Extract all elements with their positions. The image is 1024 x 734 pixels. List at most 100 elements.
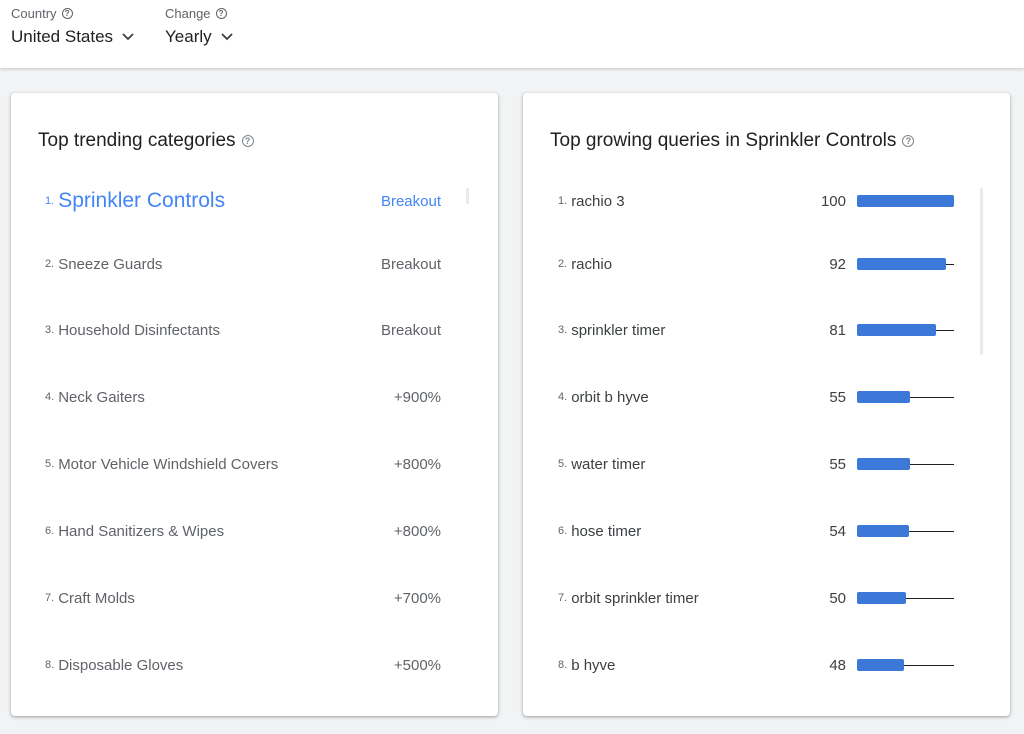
category-name: Sprinkler Controls [58, 189, 226, 212]
help-circle-icon[interactable]: ? [215, 8, 227, 19]
rank-number: 5. [45, 458, 55, 470]
change-label-row: Change ? [165, 6, 234, 21]
rank-number: 3. [558, 324, 568, 336]
value-bar [857, 592, 954, 604]
country-value: United States [11, 27, 114, 46]
query-row[interactable]: 4. orbit b hyve 55 [523, 382, 1010, 412]
category-change-value: +700% [393, 589, 441, 607]
category-row[interactable]: 7. Craft Molds +700% [11, 583, 498, 613]
card-title: Top trending categories [38, 130, 236, 151]
value-bar [857, 324, 954, 336]
category-change-value: +900% [393, 388, 441, 406]
value-bar [857, 258, 954, 270]
country-filter[interactable]: Country ? United States [11, 6, 135, 47]
rank-number: 6. [558, 525, 568, 537]
rank-number: 2. [558, 258, 568, 270]
country-label-row: Country ? [11, 6, 135, 21]
rank-number: 4. [45, 391, 55, 403]
query-row[interactable]: 3. sprinkler timer 81 [523, 315, 1010, 345]
query-text: rachio [571, 255, 613, 273]
rank-number: 8. [45, 659, 55, 671]
value-bar [857, 525, 954, 537]
card-title: Top growing queries in Sprinkler Control… [550, 130, 897, 151]
bar-fill [857, 195, 954, 207]
chevron-down-icon [221, 33, 233, 41]
query-row[interactable]: 2. rachio 92 [523, 249, 1010, 279]
category-row[interactable]: 6. Hand Sanitizers & Wipes +800% [11, 516, 498, 546]
category-change-value: Breakout [380, 321, 441, 339]
query-value: 81 [829, 321, 846, 339]
category-row[interactable]: 8. Disposable Gloves +500% [11, 650, 498, 680]
rank-number: 1. [558, 195, 568, 207]
query-value: 55 [829, 388, 846, 406]
category-name: Household Disinfectants [58, 321, 220, 339]
query-text: b hyve [571, 656, 616, 674]
query-value: 92 [829, 255, 846, 273]
help-circle-icon[interactable]: ? [61, 8, 73, 19]
query-text: water timer [571, 455, 646, 473]
rank-number: 4. [558, 391, 568, 403]
category-name: Disposable Gloves [58, 656, 184, 674]
help-circle-icon[interactable]: ? [902, 135, 915, 147]
query-row[interactable]: 5. water timer 55 [523, 449, 1010, 479]
value-bar [857, 659, 954, 671]
query-text: hose timer [571, 522, 642, 540]
category-row[interactable]: 2. Sneeze Guards Breakout [11, 249, 498, 279]
value-bar [857, 195, 954, 207]
category-name: Craft Molds [58, 589, 135, 607]
top-trending-categories-card: Top trending categories ? 1. Sprinkler Co… [11, 93, 498, 716]
chevron-down-icon [122, 33, 134, 41]
category-row[interactable]: 1. Sprinkler Controls Breakout [11, 186, 498, 216]
category-name: Sneeze Guards [58, 255, 163, 273]
change-value: Yearly [165, 27, 212, 46]
bar-fill [857, 324, 936, 336]
rank-number: 3. [45, 324, 55, 336]
change-label: Change [165, 6, 211, 21]
category-change-value: +800% [393, 455, 441, 473]
change-filter[interactable]: Change ? Yearly [165, 6, 234, 47]
change-select[interactable]: Yearly [165, 27, 234, 47]
query-value: 100 [820, 192, 846, 210]
category-change-value: Breakout [380, 255, 441, 273]
rank-number: 6. [45, 525, 55, 537]
category-change-value: +800% [393, 522, 441, 540]
query-value: 54 [829, 522, 846, 540]
query-text: rachio 3 [571, 192, 625, 210]
query-value: 48 [829, 656, 846, 674]
bar-fill [857, 525, 910, 537]
rank-number: 2. [45, 258, 55, 270]
category-row[interactable]: 5. Motor Vehicle Windshield Covers +800% [11, 449, 498, 479]
query-text: orbit b hyve [571, 388, 649, 406]
category-change-value: +500% [393, 656, 441, 674]
bar-fill [857, 391, 911, 403]
country-label: Country [11, 6, 57, 21]
rank-number: 7. [45, 592, 55, 604]
query-text: sprinkler timer [571, 321, 666, 339]
query-row[interactable]: 8. b hyve 48 [523, 650, 1010, 680]
bar-fill [857, 258, 947, 270]
rank-number: 7. [558, 592, 568, 604]
category-row[interactable]: 4. Neck Gaiters +900% [11, 382, 498, 412]
category-name: Motor Vehicle Windshield Covers [58, 455, 279, 473]
value-bar [857, 458, 954, 470]
category-change-value: Breakout [380, 192, 441, 210]
query-row[interactable]: 6. hose timer 54 [523, 516, 1010, 546]
query-text: orbit sprinkler timer [571, 589, 699, 607]
category-name: Hand Sanitizers & Wipes [58, 522, 225, 540]
rank-number: 5. [558, 458, 568, 470]
card-title-row: Top trending categories ? [38, 130, 254, 152]
value-bar [857, 391, 954, 403]
card-title-row: Top growing queries in Sprinkler Control… [550, 130, 915, 152]
bar-fill [857, 592, 906, 604]
filter-bar: Country ? United States Change ? Yearly [0, 0, 1024, 68]
category-name: Neck Gaiters [58, 388, 145, 406]
help-circle-icon[interactable]: ? [241, 135, 254, 147]
country-select[interactable]: United States [11, 27, 135, 47]
bar-fill [857, 659, 904, 671]
query-row[interactable]: 7. orbit sprinkler timer 50 [523, 583, 1010, 613]
query-row[interactable]: 1. rachio 3 100 [523, 186, 1010, 216]
query-value: 55 [829, 455, 846, 473]
rank-number: 1. [45, 195, 55, 207]
query-value: 50 [829, 589, 846, 607]
category-row[interactable]: 3. Household Disinfectants Breakout [11, 315, 498, 345]
